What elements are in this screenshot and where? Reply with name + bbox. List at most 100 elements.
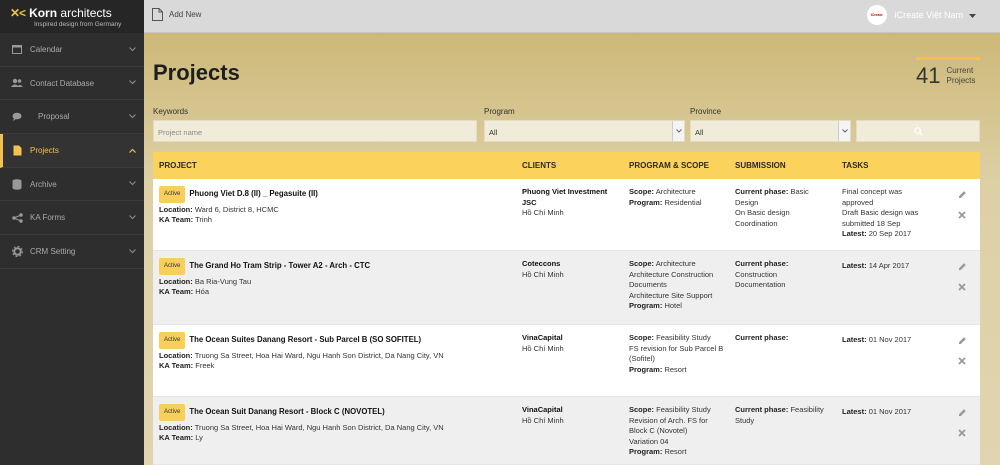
share-icon	[10, 212, 24, 224]
sidebar-item-calendar[interactable]: Calendar	[0, 33, 144, 67]
row-actions	[956, 262, 968, 291]
project-title[interactable]: The Ocean Suit Danang Resort - Block C (…	[189, 407, 384, 416]
province-select[interactable]: All	[690, 120, 851, 142]
add-new-button[interactable]: Add New	[152, 8, 201, 21]
status-badge: Active	[159, 258, 186, 275]
phase-value-cont: On Basic design	[735, 208, 790, 218]
column-header-tasks[interactable]: TASKS	[842, 161, 869, 170]
phase-label: Current phase:	[735, 259, 789, 268]
calendar-icon	[10, 43, 24, 55]
client-city: Hồ Chí Minh	[522, 269, 564, 279]
row-actions	[956, 190, 968, 219]
sidebar-item-projects[interactable]: Projects	[0, 134, 144, 168]
client-name[interactable]: VinaCapital	[522, 405, 622, 416]
scope-label: Scope:	[629, 333, 655, 342]
sidebar-item-proposal[interactable]: Proposal	[0, 100, 144, 135]
edit-icon[interactable]	[958, 336, 967, 345]
team-label: KA Team:	[159, 433, 194, 443]
task-text: Draft Basic design was	[842, 208, 919, 218]
submission-cell: Current phase: Feasibility Study	[735, 405, 837, 426]
program-value: Residential	[664, 197, 702, 207]
logo-name-light: architects	[57, 6, 112, 20]
project-count: 41	[916, 63, 941, 88]
user-name: iCreate Việt Nam	[894, 10, 963, 20]
project-count-label: Current Projects	[946, 66, 975, 86]
client-city: Hồ Chí Minh	[522, 343, 564, 353]
delete-icon[interactable]	[958, 283, 966, 291]
sidebar-item-label: Calendar	[30, 44, 63, 54]
edit-icon[interactable]	[958, 408, 967, 417]
column-header-project[interactable]: PROJECT	[159, 161, 197, 170]
column-header-submission[interactable]: SUBMISSION	[735, 161, 786, 170]
client-city: Hồ Chí Minh	[522, 415, 564, 425]
avatar: iCreate	[866, 5, 887, 25]
program-cell: Scope: Feasibility Study Revision of Arc…	[629, 405, 731, 458]
latest-label: Latest:	[842, 407, 867, 416]
program-select[interactable]: All	[484, 120, 685, 142]
status-badge: Active	[159, 404, 186, 421]
sidebar-item-label: CRM Setting	[30, 246, 76, 256]
scope-value: Architecture	[655, 187, 696, 196]
program-label: Program	[484, 107, 515, 116]
chevron-down-icon	[128, 45, 136, 53]
project-location: Ba Ria-Vung Tau	[194, 276, 252, 286]
keywords-label: Keywords	[153, 107, 189, 116]
scope-label: Scope:	[629, 405, 655, 414]
team-label: KA Team:	[159, 287, 194, 297]
client-name[interactable]: VinaCapital	[522, 333, 622, 344]
chevron-down-icon	[672, 121, 684, 141]
client-name[interactable]: Phuong Viet Investment	[522, 187, 622, 198]
table-row[interactable]: Active The Grand Ho Tram Strip - Tower A2…	[153, 251, 980, 325]
search-button[interactable]	[856, 120, 980, 142]
project-location: Truong Sa Street, Hoa Hai Ward, Ngu Hanh…	[194, 422, 444, 432]
table-row[interactable]: Active Phuong Viet D.8 (II) _ Pegasuite (…	[153, 179, 980, 251]
sidebar-item-archive[interactable]: Archive	[0, 168, 144, 202]
table-row[interactable]: Active The Ocean Suites Danang Resort - S…	[153, 325, 980, 397]
keywords-input[interactable]: Project name	[153, 120, 477, 142]
client-name-cont: JSC	[522, 197, 537, 207]
project-title[interactable]: Phuong Viet D.8 (II) _ Pegasuite (II)	[189, 189, 318, 198]
client-city: Hồ Chí Minh	[522, 208, 564, 218]
program-value: Resort	[664, 364, 687, 374]
location-label: Location:	[159, 350, 193, 360]
scope-value-cont: Revision of Arch. FS for	[629, 415, 708, 425]
user-menu[interactable]: iCreate iCreate Việt Nam	[866, 5, 976, 25]
phase-value-cont: Coordination	[735, 218, 778, 228]
submission-cell: Current phase:	[735, 333, 837, 344]
delete-icon[interactable]	[958, 357, 966, 365]
latest-label: Latest:	[842, 229, 867, 239]
column-header-program[interactable]: PROGRAM & SCOPE	[629, 161, 709, 170]
logo-mark: ✕<	[10, 6, 26, 20]
scope-label: Scope:	[629, 259, 655, 268]
submission-cell: Current phase: Construction Documentatio…	[735, 259, 837, 291]
sidebar-item-contact-database[interactable]: Contact Database	[0, 67, 144, 101]
delete-icon[interactable]	[958, 429, 966, 437]
team-label: KA Team:	[159, 361, 194, 371]
project-title[interactable]: The Grand Ho Tram Strip - Tower A2 - Arc…	[189, 261, 370, 270]
program-cell: Scope: Architecture Program: Residential	[629, 187, 731, 208]
project-team: Freek	[195, 361, 215, 371]
column-header-clients[interactable]: CLIENTS	[522, 161, 556, 170]
edit-icon[interactable]	[958, 262, 967, 271]
search-icon	[913, 126, 923, 136]
client-cell: VinaCapital Hồ Chí Minh	[522, 405, 622, 426]
province-label: Province	[690, 107, 722, 116]
client-name[interactable]: Coteccons	[522, 259, 622, 270]
sidebar-item-crm-setting[interactable]: CRM Setting	[0, 235, 144, 269]
table-header: PROJECT CLIENTS PROGRAM & SCOPE SUBMISSI…	[153, 152, 980, 179]
phase-value: Feasibility	[790, 405, 824, 414]
project-title[interactable]: The Ocean Suites Danang Resort - Sub Par…	[189, 335, 421, 344]
tasks-cell: Final concept was approved Draft Basic d…	[842, 187, 952, 240]
caret-down-icon	[969, 10, 976, 20]
edit-icon[interactable]	[958, 190, 967, 199]
latest-date: 14 Apr 2017	[868, 261, 910, 270]
chevron-down-icon	[128, 79, 136, 87]
phase-label: Current phase:	[735, 333, 789, 342]
sidebar-item-ka-forms[interactable]: KA Forms	[0, 201, 144, 236]
scope-value-cont: Variation 04	[629, 436, 669, 446]
users-icon	[10, 77, 24, 89]
logo[interactable]: ✕< Korn architects Inspired design from …	[0, 0, 144, 33]
sidebar-item-label: Contact Database	[30, 78, 95, 88]
delete-icon[interactable]	[958, 211, 966, 219]
table-row[interactable]: Active The Ocean Suit Danang Resort - Blo…	[153, 397, 980, 465]
